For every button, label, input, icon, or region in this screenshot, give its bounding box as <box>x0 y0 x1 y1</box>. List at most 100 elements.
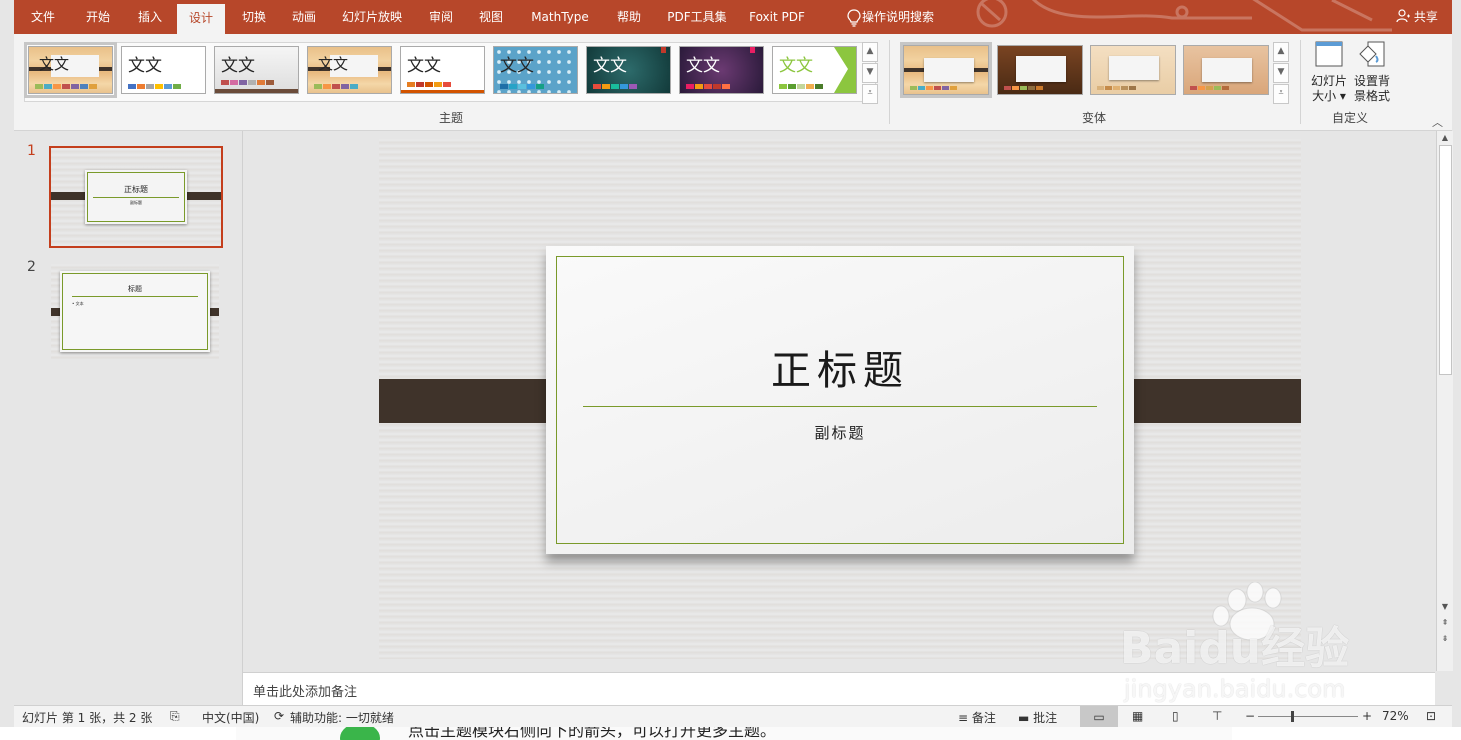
share-button[interactable]: 共享 <box>1396 0 1438 34</box>
green-shape-icon <box>834 47 856 93</box>
scroll-up-icon[interactable]: ▲ <box>1273 42 1289 62</box>
comments-label: 批注 <box>1033 711 1058 725</box>
tab-transitions[interactable]: 切换 <box>234 0 274 34</box>
notes-toggle[interactable]: ≡ 备注 <box>958 709 996 726</box>
format-background-button[interactable]: 设置背 景格式 <box>1352 40 1392 104</box>
fit-to-window-icon[interactable]: ⊡ <box>1426 709 1436 723</box>
zoom-out-button[interactable]: − <box>1245 709 1255 723</box>
slide-size-label-1: 幻灯片 <box>1310 74 1347 88</box>
thumb-subtitle: 副标题 <box>130 200 142 205</box>
tab-home[interactable]: 开始 <box>78 0 118 34</box>
customize-group-label: 自定义 <box>1332 111 1369 125</box>
slide-thumbnail-2[interactable]: 标题 • 文本 <box>51 264 219 359</box>
theme-sample-text: 文文 <box>407 56 441 76</box>
slide-number: 1 <box>27 143 36 159</box>
scroll-down-icon[interactable]: ▼ <box>1439 601 1451 613</box>
slide-counter: 幻灯片 第 1 张，共 2 张 <box>22 711 153 725</box>
title-card: 正标题 副标题 <box>546 246 1134 554</box>
theme-pattern[interactable]: 文文 <box>493 46 578 94</box>
theme-sample-text: 文文 <box>500 56 534 76</box>
theme-slate[interactable]: 文文 <box>586 46 671 94</box>
powerpoint-window: 文件 开始 插入 设计 切换 动画 幻灯片放映 审阅 视图 MathType 帮… <box>0 0 1461 740</box>
theme-sample-text: 文文 <box>221 56 255 76</box>
slide-size-icon <box>1315 41 1343 67</box>
tab-file[interactable]: 文件 <box>24 0 62 34</box>
scroll-down-icon[interactable]: ▼ <box>1273 63 1289 83</box>
tab-view[interactable]: 视图 <box>472 0 510 34</box>
scroll-up-icon[interactable]: ▲ <box>1439 132 1451 144</box>
normal-view-icon[interactable]: ▭ <box>1080 706 1118 728</box>
tab-animations[interactable]: 动画 <box>284 0 324 34</box>
tell-me-search[interactable]: 操作说明搜索 <box>858 0 938 34</box>
tab-pdf-tools[interactable]: PDF工具集 <box>662 0 732 34</box>
slide-title[interactable]: 正标题 <box>546 338 1134 396</box>
accessibility-status[interactable]: 辅助功能: 一切就绪 <box>290 709 394 726</box>
language-indicator[interactable]: 中文(中国) <box>202 709 259 726</box>
theme-wood-1[interactable]: 文文 <box>24 42 117 98</box>
next-slide-icon[interactable]: ⇟ <box>1439 633 1451 645</box>
zoom-in-button[interactable]: + <box>1362 709 1372 723</box>
thumb-body: • 文本 <box>72 301 84 306</box>
slide-thumbnails-pane: 1 正标题 副标题 2 标题 • 文本 <box>14 131 243 705</box>
zoom-slider-thumb[interactable] <box>1291 711 1294 722</box>
slide-thumbnail-1[interactable]: 正标题 副标题 <box>49 146 223 248</box>
theme-sample-text: 文文 <box>686 56 720 76</box>
slideshow-view-icon[interactable]: ⊤ <box>1212 709 1222 723</box>
theme-sample-text: 文文 <box>593 56 627 76</box>
watermark-brand: Baidu经验 <box>1120 623 1350 674</box>
collapse-ribbon-icon[interactable]: ︿ <box>1432 114 1443 130</box>
gallery-more-icon[interactable]: ⩡ <box>1273 84 1289 104</box>
theme-sample-text: 文文 <box>39 55 70 73</box>
theme-green[interactable]: 文文 <box>772 46 857 94</box>
slide-subtitle[interactable]: 副标题 <box>546 422 1134 443</box>
theme-facet[interactable]: 文文 <box>214 46 299 94</box>
scroll-up-icon[interactable]: ▲ <box>862 42 878 62</box>
format-bg-label-1: 设置背 <box>1353 74 1390 88</box>
theme-ion[interactable]: 文文 <box>400 46 485 94</box>
variant-4[interactable] <box>1183 45 1269 95</box>
variants-scroll: ▲ ▼ ⩡ <box>1273 42 1289 104</box>
underlying-webpage: 点击主题模块右侧向下的箭头，可以打开更多主题。 <box>0 727 1461 740</box>
zoom-slider[interactable] <box>1258 716 1358 717</box>
watermark-url: jingyan.baidu.com <box>1124 675 1346 703</box>
design-ribbon: 文文 文文 文文 文文 文文 文文 文文 文文 文文 ▲ ▼ ⩡ 主题 ▲ ▼ … <box>14 34 1452 131</box>
status-bar: 幻灯片 第 1 张，共 2 张 ⎘ 中文(中国) ⟳ 辅助功能: 一切就绪 ≡ … <box>14 705 1452 728</box>
accessibility-icon: ⟳ <box>274 709 285 723</box>
theme-sample-text: 文文 <box>128 56 162 76</box>
spell-check-icon[interactable]: ⎘ <box>170 709 180 724</box>
slide-size-button[interactable]: 幻灯片 大小 ▾ <box>1310 40 1348 104</box>
scroll-down-icon[interactable]: ▼ <box>862 63 878 83</box>
tab-slideshow[interactable]: 幻灯片放映 <box>336 0 408 34</box>
theme-wood-2[interactable]: 文文 <box>307 46 392 94</box>
gallery-more-icon[interactable]: ⩡ <box>862 84 878 104</box>
tab-review[interactable]: 审阅 <box>422 0 460 34</box>
tab-help[interactable]: 帮助 <box>610 0 648 34</box>
thumb-title: 标题 <box>128 285 142 293</box>
paint-bucket-icon <box>1359 41 1385 67</box>
themes-group-label: 主题 <box>439 111 464 125</box>
tab-insert[interactable]: 插入 <box>130 0 170 34</box>
theme-office[interactable]: 文文 <box>121 46 206 94</box>
variant-2[interactable] <box>997 45 1083 95</box>
tab-foxit-pdf[interactable]: Foxit PDF <box>746 0 808 34</box>
format-bg-label-2: 景格式 <box>1353 89 1390 103</box>
tab-design[interactable]: 设计 <box>177 4 225 34</box>
comments-toggle[interactable]: ▬ 批注 <box>1018 709 1057 726</box>
slide-sorter-icon[interactable]: ▦ <box>1132 709 1143 723</box>
scrollbar-thumb[interactable] <box>1439 145 1452 375</box>
person-icon <box>1396 9 1410 23</box>
theme-sample-text: 文文 <box>779 56 813 76</box>
instruction-text: 点击主题模块右侧向下的箭头，可以打开更多主题。 <box>408 727 777 740</box>
notes-label: 备注 <box>971 711 996 725</box>
variant-1[interactable] <box>900 42 992 98</box>
reading-view-icon[interactable]: ▯ <box>1172 709 1179 723</box>
slide-size-label-2: 大小 <box>1312 89 1337 103</box>
right-strap <box>1113 379 1301 423</box>
vertical-scrollbar[interactable]: ▲ ▼ ⇞ ⇟ <box>1436 131 1453 671</box>
theme-berlin[interactable]: 文文 <box>679 46 764 94</box>
zoom-level[interactable]: 72% <box>1382 709 1409 723</box>
previous-slide-icon[interactable]: ⇞ <box>1439 617 1451 629</box>
tab-mathtype[interactable]: MathType <box>524 0 596 34</box>
current-slide[interactable]: 正标题 副标题 <box>379 139 1301 659</box>
variant-3[interactable] <box>1090 45 1176 95</box>
